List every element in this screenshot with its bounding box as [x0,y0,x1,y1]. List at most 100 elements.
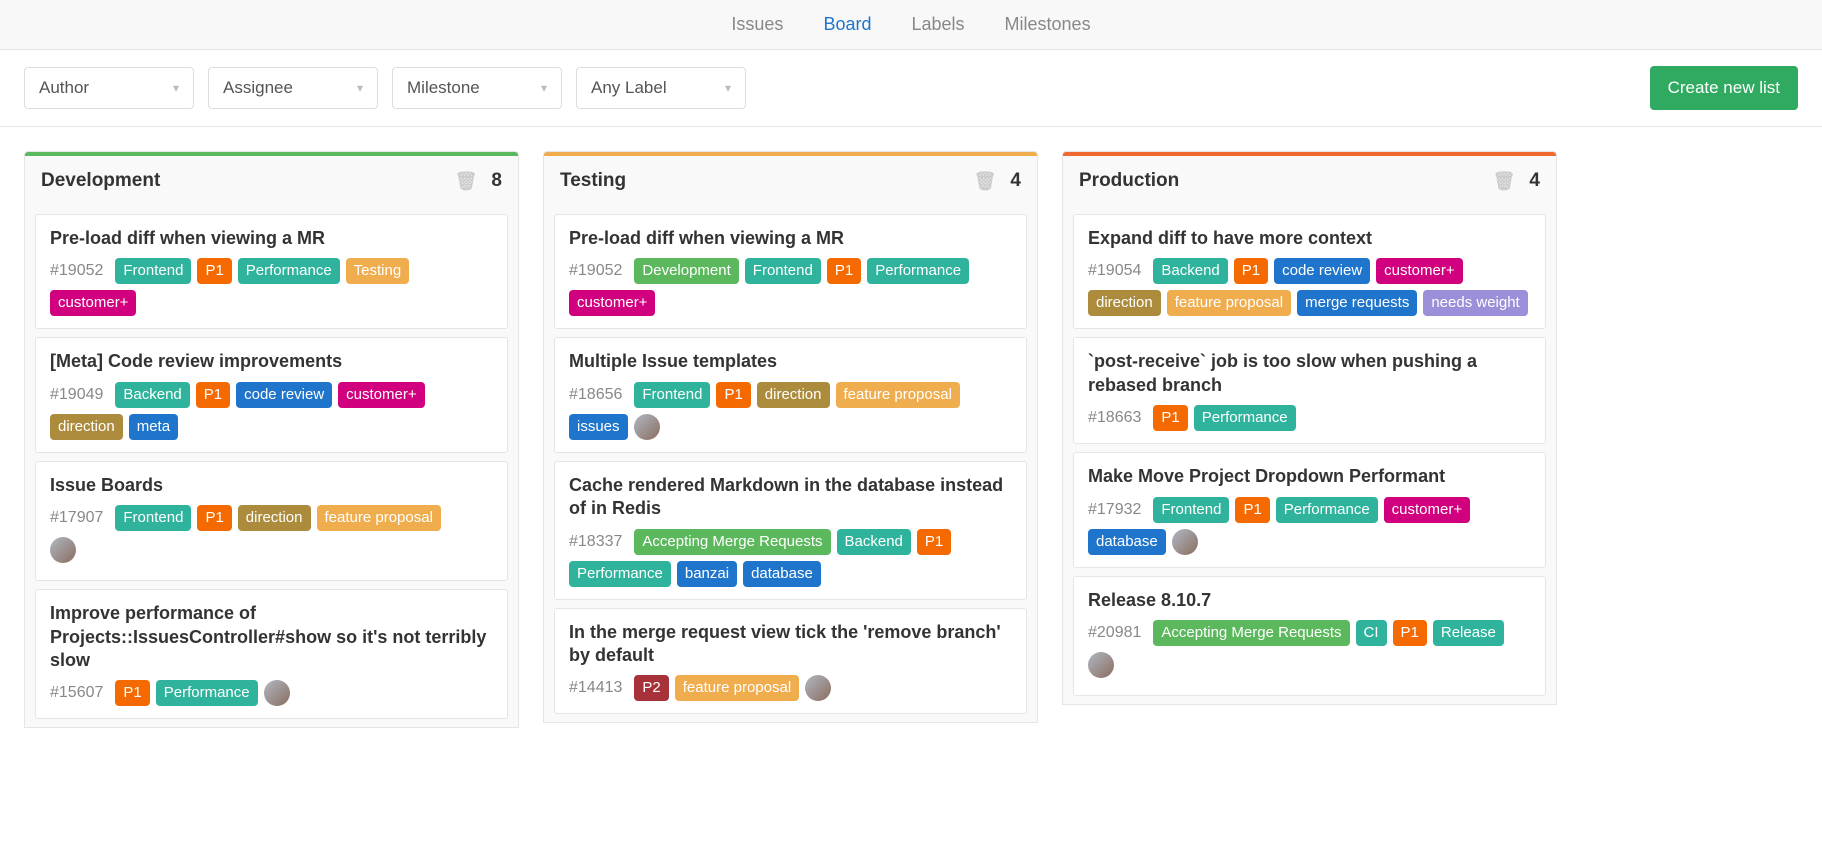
trash-icon[interactable]: 🗑 [455,171,478,192]
issue-label[interactable]: code review [1274,258,1370,284]
card-title: Issue Boards [50,474,493,497]
issue-label[interactable]: customer+ [338,382,424,408]
tab-labels[interactable]: Labels [911,14,964,35]
tab-milestones[interactable]: Milestones [1005,14,1091,35]
trash-icon[interactable]: 🗑 [974,171,997,192]
issue-card[interactable]: [Meta] Code review improvements#19049Bac… [35,337,508,452]
issue-label[interactable]: P1 [1235,497,1269,523]
issue-label[interactable]: P1 [1393,620,1427,646]
issue-label[interactable]: Performance [238,258,340,284]
issue-label[interactable]: direction [238,505,311,531]
card-meta: #18663P1Performance [1088,405,1531,431]
issue-label[interactable]: banzai [677,561,737,587]
issue-label[interactable]: customer+ [1384,497,1470,523]
issue-number: #19052 [569,262,622,280]
avatar[interactable] [805,675,831,701]
issue-label[interactable]: feature proposal [1167,290,1291,316]
chevron-down-icon: ▾ [173,81,179,95]
issue-label[interactable]: feature proposal [675,675,799,701]
issue-label[interactable]: customer+ [1376,258,1462,284]
issue-number: #19052 [50,262,103,280]
author-dropdown[interactable]: Author ▾ [24,67,194,109]
issue-label[interactable]: needs weight [1423,290,1527,316]
issue-card[interactable]: Multiple Issue templates#18656FrontendP1… [554,337,1027,452]
issue-label[interactable]: P1 [197,505,231,531]
column-header: Development🗑 8 [25,156,518,206]
top-tabs: Issues Board Labels Milestones [0,0,1822,50]
issue-number: #17932 [1088,501,1141,519]
issue-label[interactable]: Accepting Merge Requests [1153,620,1349,646]
issue-label[interactable]: Backend [837,529,911,555]
issue-label[interactable]: direction [757,382,830,408]
avatar[interactable] [264,680,290,706]
issue-label[interactable]: code review [236,382,332,408]
card-meta: #18337 Accepting Merge Requests BackendP1 P… [569,529,1012,587]
avatar[interactable] [1088,652,1114,678]
issue-card[interactable]: Pre-load diff when viewing a MR#19052Fro… [35,214,508,329]
issue-label[interactable]: Frontend [745,258,821,284]
issue-label[interactable]: direction [1088,290,1161,316]
tab-board[interactable]: Board [823,14,871,35]
issue-card[interactable]: Pre-load diff when viewing a MR#19052Dev… [554,214,1027,329]
issue-label[interactable]: feature proposal [836,382,960,408]
issue-card[interactable]: Issue Boards#17907FrontendP1directionfea… [35,461,508,581]
issue-label[interactable]: Frontend [634,382,710,408]
issue-label[interactable]: P1 [197,258,231,284]
issue-label[interactable]: P1 [827,258,861,284]
issue-card[interactable]: Cache rendered Markdown in the database … [554,461,1027,600]
avatar[interactable] [634,414,660,440]
issue-label[interactable]: P1 [1153,405,1187,431]
issue-label[interactable]: CI [1356,620,1387,646]
tab-issues[interactable]: Issues [731,14,783,35]
card-meta: #17907FrontendP1directionfeature proposa… [50,505,493,531]
avatar[interactable] [1172,529,1198,555]
issue-label[interactable]: Frontend [115,505,191,531]
issue-label[interactable]: Testing [346,258,410,284]
issue-label[interactable]: Performance [1276,497,1378,523]
issue-label[interactable]: Frontend [1153,497,1229,523]
issue-label[interactable]: issues [569,414,628,440]
issue-card[interactable]: Improve performance of Projects::IssuesC… [35,589,508,719]
issue-label[interactable]: Performance [569,561,671,587]
create-new-list-button[interactable]: Create new list [1650,66,1798,110]
avatar[interactable] [50,537,76,563]
issue-card[interactable]: In the merge request view tick the 'remo… [554,608,1027,715]
issue-label[interactable]: Backend [115,382,189,408]
issue-label[interactable]: Accepting Merge Requests [634,529,830,555]
issue-label[interactable]: Performance [156,680,258,706]
issue-label[interactable]: P1 [917,529,951,555]
issue-label[interactable]: P1 [716,382,750,408]
issue-label[interactable]: customer+ [569,290,655,316]
issue-label[interactable]: P1 [196,382,230,408]
milestone-dropdown[interactable]: Milestone ▾ [392,67,562,109]
issue-label[interactable]: customer+ [50,290,136,316]
issue-label[interactable]: database [1088,529,1166,555]
issue-label[interactable]: Frontend [115,258,191,284]
issue-label[interactable]: merge requests [1297,290,1417,316]
issue-label[interactable]: Performance [1194,405,1296,431]
column-count: 8 [491,170,502,192]
issue-number: #18337 [569,533,622,551]
issue-card[interactable]: Make Move Project Dropdown Performant#17… [1073,452,1546,567]
issue-label[interactable]: feature proposal [317,505,441,531]
issue-label[interactable]: direction [50,414,123,440]
issue-label[interactable]: Release [1433,620,1504,646]
trash-icon[interactable]: 🗑 [1493,171,1516,192]
issue-label[interactable]: Performance [867,258,969,284]
issue-number: #19049 [50,386,103,404]
issue-card[interactable]: `post-receive` job is too slow when push… [1073,337,1546,444]
issue-label[interactable]: P1 [1234,258,1268,284]
issue-label[interactable]: meta [129,414,178,440]
issue-label[interactable]: Development [634,258,738,284]
issue-label[interactable]: database [743,561,821,587]
column-title: Development [41,170,455,192]
issue-label[interactable]: Backend [1153,258,1227,284]
label-dropdown[interactable]: Any Label ▾ [576,67,746,109]
issue-card[interactable]: Expand diff to have more context#19054Ba… [1073,214,1546,329]
assignee-dropdown[interactable]: Assignee ▾ [208,67,378,109]
issue-card[interactable]: Release 8.10.7#20981Accepting Merge Requ… [1073,576,1546,696]
dropdown-label: Assignee [223,78,293,98]
issue-label[interactable]: P2 [634,675,668,701]
issue-label[interactable]: P1 [115,680,149,706]
dropdown-label: Any Label [591,78,667,98]
